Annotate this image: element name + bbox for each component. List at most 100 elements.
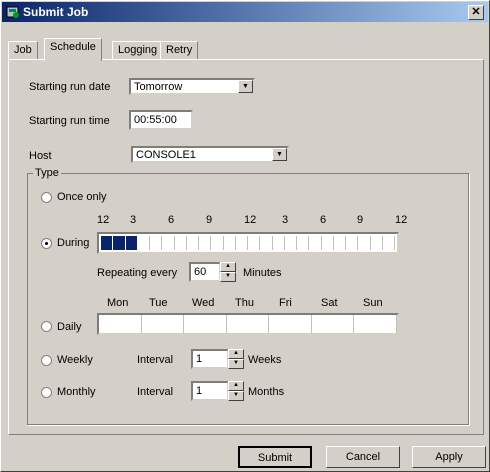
hour-slot-grid[interactable] [97,232,399,254]
hour-slot[interactable] [383,236,395,250]
hour-slot[interactable] [273,236,285,250]
hour-slot[interactable] [101,236,114,250]
hour-tick-label: 12 [395,214,408,226]
hour-slot[interactable] [199,236,212,250]
monthly-spinner[interactable]: ▲ ▼ [228,381,244,401]
day-slot[interactable] [354,315,398,333]
hour-slot[interactable] [309,236,322,250]
day-slot[interactable] [269,315,312,333]
during-radio[interactable] [41,238,52,249]
day-name-label: Mon [107,297,129,309]
starting-run-date-label: Starting run date [29,81,111,93]
tab-job[interactable]: Job [8,41,38,60]
day-slot[interactable] [184,315,227,333]
day-slot-grid[interactable] [97,313,399,335]
starting-run-time-label: Starting run time [29,115,110,127]
weekly-radio[interactable] [41,355,52,366]
window-title: Submit Job [23,5,89,19]
hour-tick-label: 12 [97,214,110,226]
spin-down-icon: ▼ [228,359,244,369]
chevron-down-icon[interactable]: ▼ [238,80,253,93]
weekly-interval-input[interactable]: 1 [191,349,229,369]
day-name-label: Sat [321,297,338,309]
tab-schedule[interactable]: Schedule [44,38,102,61]
hour-slot[interactable] [138,236,150,250]
hour-slot[interactable] [346,236,359,250]
tab-retry[interactable]: Retry [160,41,199,60]
repeating-every-label: Repeating every [97,267,178,279]
hour-slot[interactable] [334,236,346,250]
tab-logging[interactable]: Logging [112,41,164,60]
hour-slot[interactable] [175,236,187,250]
monthly-interval-label: Interval [137,386,174,398]
hour-tick-label: 12 [244,214,257,226]
hour-slot[interactable] [224,236,236,250]
hour-slot[interactable] [297,236,310,250]
submit-button[interactable]: Submit [238,446,312,468]
day-slot[interactable] [227,315,270,333]
repeating-unit-label: Minutes [243,267,282,279]
host-label: Host [29,150,52,162]
day-name-label: Fri [279,297,292,309]
starting-run-date-value: Tomorrow [134,81,183,93]
starting-run-time-input[interactable]: 00:55:00 [129,110,193,130]
close-icon: ✕ [471,6,481,18]
hour-slot[interactable] [236,236,248,250]
starting-run-date-select[interactable]: Tomorrow ▼ [129,78,255,95]
host-value: CONSOLE1 [136,149,196,161]
day-slot[interactable] [312,315,355,333]
repeating-spinner[interactable]: ▲ ▼ [220,262,236,282]
hour-slot[interactable] [187,236,199,250]
hour-slot[interactable] [285,236,297,250]
day-name-label: Thu [235,297,254,309]
hour-tick-label: 6 [320,214,327,226]
hour-tick-label: 9 [357,214,364,226]
hour-slot[interactable] [322,236,334,250]
host-select[interactable]: CONSOLE1 ▼ [131,146,289,163]
hour-slot[interactable] [260,236,273,250]
spin-up-icon: ▲ [228,349,244,359]
job-icon [6,6,19,18]
during-label: During [57,237,90,249]
once-only-radio[interactable] [41,192,52,203]
daily-radio[interactable] [41,321,52,332]
hour-tick-label: 9 [206,214,213,226]
title-bar[interactable]: Submit Job ✕ [2,2,488,22]
spin-down-icon: ▼ [228,391,244,401]
hour-tick-label: 3 [130,214,137,226]
monthly-unit-label: Months [248,386,285,398]
type-group-label: Type [33,167,61,179]
hour-slot[interactable] [150,236,163,250]
monthly-interval-input[interactable]: 1 [191,381,229,401]
day-slot[interactable] [142,315,185,333]
day-slot[interactable] [99,315,142,333]
hour-tick-label: 3 [282,214,289,226]
spin-up-icon: ▲ [220,262,236,272]
spin-up-icon: ▲ [228,381,244,391]
weekly-interval-label: Interval [137,354,174,366]
monthly-radio[interactable] [41,387,52,398]
daily-label: Daily [57,321,82,333]
cancel-button[interactable]: Cancel [326,446,400,468]
once-only-label: Once only [57,191,107,203]
hour-slot[interactable] [211,236,224,250]
chevron-down-icon[interactable]: ▼ [272,148,287,161]
submit-job-dialog: Submit Job ✕ Job Schedule Logging Retry … [0,0,490,472]
hour-slot[interactable] [248,236,261,250]
hour-slot[interactable] [358,236,371,250]
monthly-label: Monthly [57,386,96,398]
repeating-every-input[interactable]: 60 [189,262,221,282]
hour-tick-label: 6 [168,214,175,226]
day-name-label: Wed [192,297,215,309]
hour-slot[interactable] [113,236,126,250]
hour-slot[interactable] [162,236,175,250]
spin-down-icon: ▼ [220,272,236,282]
close-button[interactable]: ✕ [468,5,484,20]
hour-slot[interactable] [125,236,138,250]
weekly-spinner[interactable]: ▲ ▼ [228,349,244,369]
apply-button[interactable]: Apply [412,446,486,468]
day-name-label: Tue [149,297,168,309]
weekly-unit-label: Weeks [248,354,282,366]
hour-slot[interactable] [371,236,383,250]
weekly-label: Weekly [57,354,93,366]
